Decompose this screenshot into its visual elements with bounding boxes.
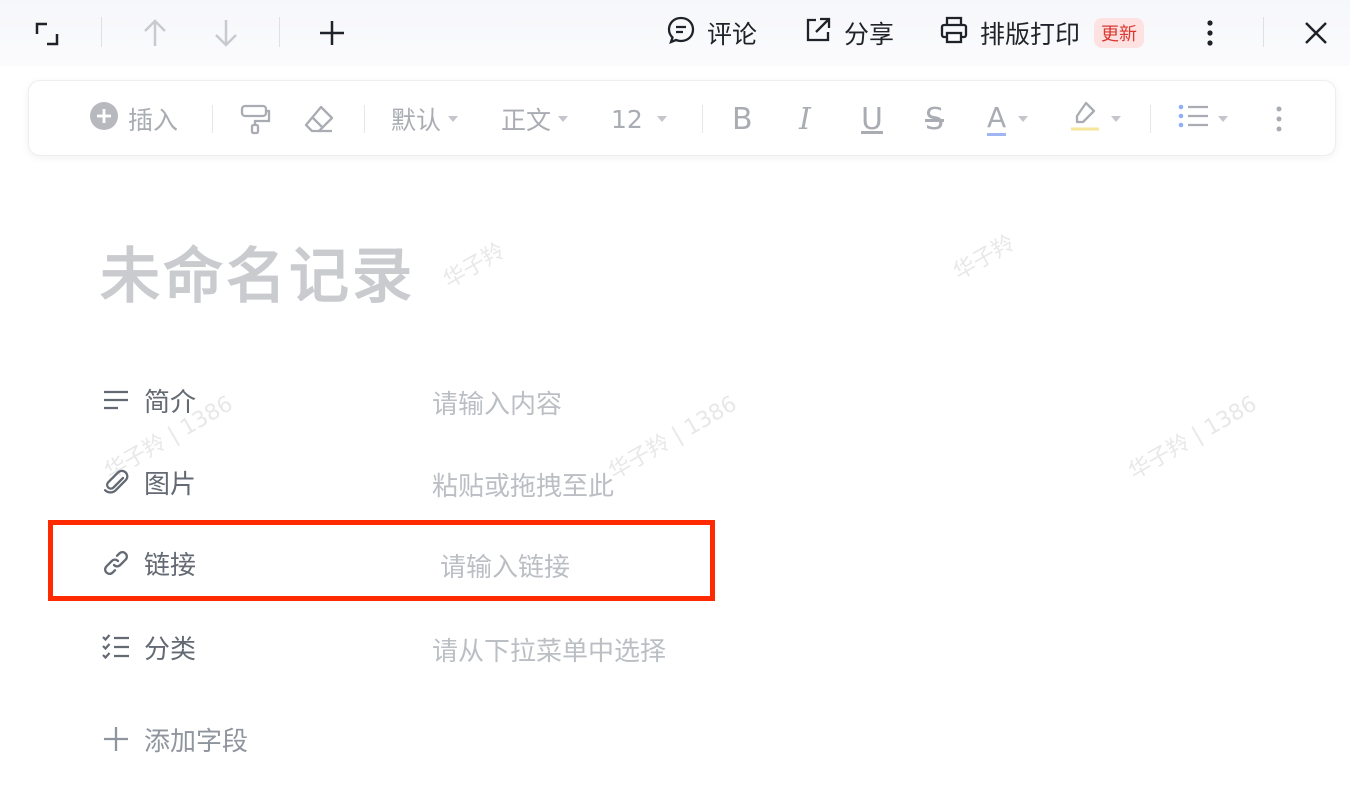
more-vertical-icon[interactable] [1275,99,1283,139]
bold-button[interactable]: B [732,99,753,139]
field-label: 分类 [144,635,197,665]
more-vertical-icon[interactable] [1196,15,1224,51]
plus-circle-icon [89,101,119,137]
list-button[interactable] [1177,99,1228,139]
expand-icon[interactable] [30,17,64,51]
summary-input[interactable]: 请输入内容 [432,384,562,421]
record-title[interactable]: 未命名记录 [100,228,415,315]
text-lines-icon [100,384,132,416]
arrow-up-icon[interactable] [138,15,172,51]
add-icon[interactable] [314,15,350,51]
italic-icon: I [799,101,811,137]
highlight-color-button[interactable] [1069,99,1121,139]
paragraph-style-select[interactable]: 正文 [501,99,569,139]
comment-icon [665,14,697,52]
font-color-icon: A [987,100,1007,136]
paragraph-style-value: 正文 [501,106,552,135]
field-row-category: 分类 请从下拉菜单中选择 [100,627,740,667]
bullet-list-icon [1177,101,1209,137]
share-icon [802,14,834,52]
font-size-value: 12 [611,104,643,134]
image-dropzone[interactable]: 粘贴或拖拽至此 [432,466,614,503]
highlighter-icon [1069,99,1101,139]
underline-button[interactable]: U [861,99,883,139]
strikethrough-button[interactable]: S [925,99,944,139]
strikethrough-icon: S [925,101,945,137]
chevron-down-icon [1018,116,1029,122]
eraser-icon[interactable] [302,99,336,139]
add-field-button[interactable]: 添加字段 [100,719,740,759]
insert-label: 插入 [128,106,179,135]
watermark: 华子羚 [949,230,1020,286]
highlight-box [48,520,715,601]
chevron-down-icon [558,116,569,122]
insert-button[interactable]: 插入 [89,99,178,139]
format-painter-icon[interactable] [238,99,272,139]
chevron-down-icon [656,116,667,122]
arrow-down-icon[interactable] [209,15,243,51]
watermark: 华子羚 [439,238,510,294]
plus-icon [100,723,132,755]
underline-icon: U [861,101,883,137]
bold-icon: B [732,101,753,137]
field-row-summary: 简介 请输入内容 [100,380,740,420]
font-family-select[interactable]: 默认 [391,99,459,139]
add-field-label: 添加字段 [144,727,249,757]
chevron-down-icon [1218,116,1228,122]
field-label: 图片 [144,470,197,500]
font-color-button[interactable]: A [987,99,1029,139]
comment-label: 评论 [707,20,758,49]
comment-button[interactable]: 评论 [665,14,757,52]
italic-button[interactable]: I [799,99,811,139]
print-label: 排版打印 [980,20,1081,49]
top-bar: 评论 分享 排版打印 更新 [0,0,1350,66]
layout-print-button[interactable]: 排版打印 更新 [938,14,1145,52]
close-icon[interactable] [1298,15,1334,51]
chevron-down-icon [1111,116,1121,122]
field-label: 简介 [144,388,197,418]
watermark: 华子羚 | 1386 [1124,391,1262,485]
field-row-image: 图片 粘贴或拖拽至此 [100,462,740,502]
checklist-icon [100,631,132,663]
font-family-value: 默认 [391,106,442,135]
share-label: 分享 [844,20,895,49]
font-size-select[interactable]: 12 [611,99,667,139]
share-button[interactable]: 分享 [802,14,894,52]
chevron-down-icon [448,116,459,122]
category-select[interactable]: 请从下拉菜单中选择 [432,631,666,668]
update-badge: 更新 [1094,18,1145,48]
printer-icon [938,14,970,52]
paperclip-icon [100,466,132,498]
format-toolbar: 插入 默认 正文 12 B I U S A [28,80,1336,156]
